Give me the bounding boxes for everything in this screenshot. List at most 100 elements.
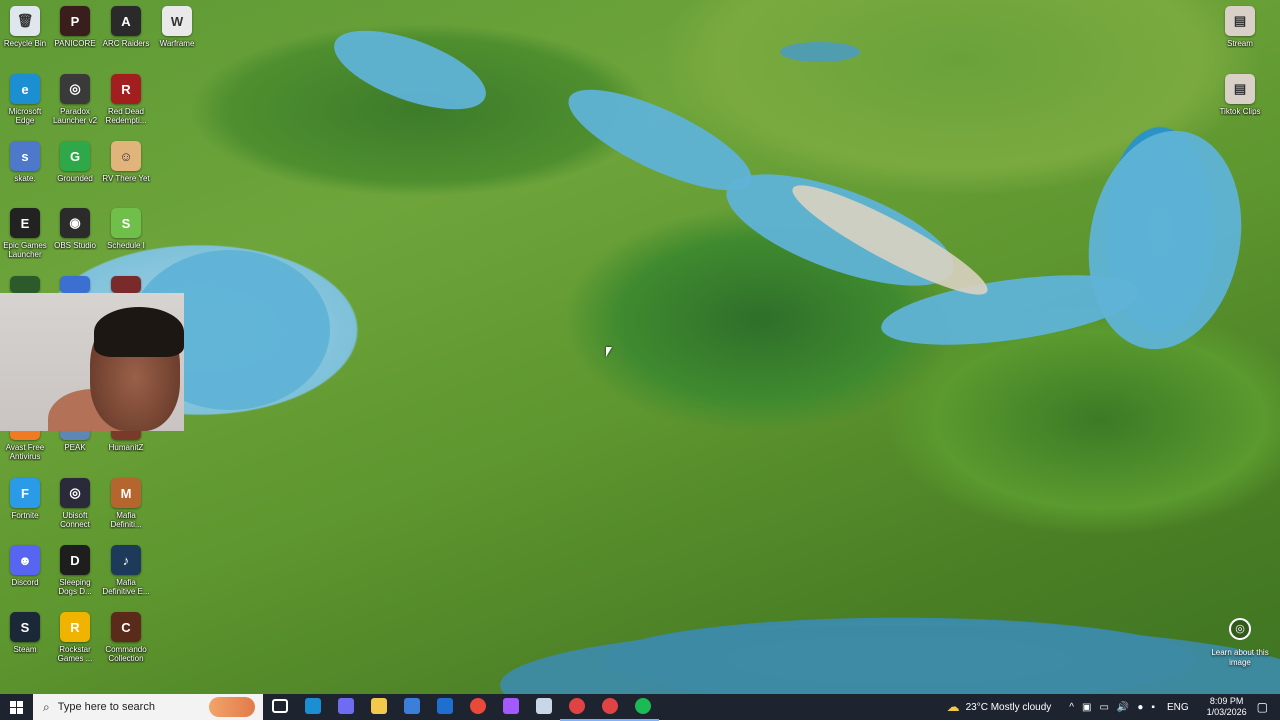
language-indicator[interactable]: ENG [1167, 702, 1189, 713]
microphone-icon[interactable]: ● [1137, 702, 1143, 713]
desktop-shortcut[interactable]: A ARC Raiders [101, 6, 151, 70]
desktop-shortcut[interactable]: ▤ Stream [1215, 6, 1265, 70]
camera-icon: ◎ [1229, 618, 1251, 640]
tray-app-icon[interactable]: ▣ [1082, 702, 1091, 713]
search-highlight-icon [209, 697, 255, 717]
taskbar-task-view-button[interactable] [263, 693, 296, 719]
taskbar-app-8-button[interactable] [527, 693, 560, 719]
clock-time: 8:09 PM [1209, 696, 1244, 706]
taskbar-chrome-red-button[interactable] [593, 693, 626, 721]
desktop-shortcut[interactable]: ☺ RV There Yet [101, 141, 151, 205]
taskbar-outlook-button[interactable] [428, 693, 461, 719]
desktop-shortcut[interactable]: R Rockstar Games ... [50, 612, 100, 676]
edge-icon: e [10, 74, 40, 104]
desktop-shortcut[interactable]: ◉ OBS Studio [50, 208, 100, 272]
taskbar-chrome-button[interactable] [461, 693, 494, 719]
webcam-overlay [0, 293, 184, 431]
discord-icon: ☻ [10, 545, 40, 575]
taskbar-capture-button[interactable] [560, 693, 593, 721]
desktop-shortcut[interactable]: S Schedule I [101, 208, 151, 272]
taskbar-edge-button[interactable] [296, 693, 329, 719]
desktop-shortcut[interactable]: D Sleeping Dogs D... [50, 545, 100, 609]
desktop-shortcut[interactable]: E Epic Games Launcher [0, 208, 50, 272]
desktop-shortcut[interactable]: R Red Dead Redempti... [101, 74, 151, 138]
desktop-shortcut-label: RV There Yet [102, 174, 150, 183]
taskbar-spotify-button[interactable] [626, 693, 659, 721]
desktop-shortcut-label: Steam [13, 645, 37, 654]
desktop-shortcut[interactable]: ☻ Discord [0, 545, 50, 609]
desktop-shortcut[interactable]: e Microsoft Edge [0, 74, 50, 138]
weather-cloud-sun-icon: ☁ [946, 699, 960, 714]
weather-widget[interactable]: ☁ 23°C Mostly cloudy [947, 699, 1052, 715]
wallpaper-lake [500, 625, 1280, 694]
partially-hidden-shortcut-icon[interactable] [10, 276, 40, 293]
obs-icon: ◉ [60, 208, 90, 238]
desktop-shortcut[interactable]: W Warframe [152, 6, 202, 70]
capture-icon [568, 698, 585, 714]
meet-icon[interactable]: ▪ [1151, 702, 1155, 713]
weather-temp: 23°C [965, 701, 988, 713]
search-box[interactable]: ⌕ Type here to search [33, 694, 263, 720]
rockstar-icon: R [60, 612, 90, 642]
desktop-shortcut-label: Warframe [159, 39, 195, 48]
desktop-shortcut[interactable]: ◎ Paradox Launcher v2 [50, 74, 100, 138]
desktop-shortcut[interactable]: 🗑 Recycle Bin [0, 6, 50, 70]
desktop-shortcut-label: OBS Studio [54, 241, 96, 250]
taskbar-file-explorer-button[interactable] [362, 693, 395, 719]
desktop-shortcut-label: HumanitZ [108, 443, 144, 452]
start-button[interactable] [0, 694, 33, 720]
desktop-shortcut[interactable]: s skate. [0, 141, 50, 205]
desktop-shortcut[interactable]: M Mafia Definiti... [101, 478, 151, 542]
desktop-shortcut-label: Rockstar Games ... [57, 645, 93, 663]
desktop-shortcut[interactable]: F Fortnite [0, 478, 50, 542]
taskbar-figma-button[interactable] [494, 693, 527, 719]
store-icon [403, 698, 420, 714]
epic-games-icon: E [10, 208, 40, 238]
warframe-icon: W [162, 6, 192, 36]
volume-icon[interactable]: 🔊 [1117, 702, 1129, 713]
desktop-shortcut[interactable]: ▤ Tiktok Clips [1215, 74, 1265, 138]
taskbar-store-button[interactable] [395, 693, 428, 719]
desktop-shortcut[interactable]: C Commando Collection [101, 612, 151, 676]
mouse-cursor [606, 347, 612, 357]
desktop-shortcut-label: PEAK [64, 443, 86, 452]
network-icon[interactable]: ▭ [1099, 702, 1108, 713]
recycle-bin-icon: 🗑 [10, 6, 40, 36]
chrome-icon [469, 698, 486, 714]
desktop-shortcut-label: Commando Collection [105, 645, 147, 663]
chrome-red-icon [601, 698, 618, 714]
desktop-shortcut-label: Tiktok Clips [1219, 107, 1261, 116]
paradox-icon: ◎ [60, 74, 90, 104]
search-placeholder: Type here to search [57, 701, 155, 713]
notifications-icon[interactable]: ▢ [1257, 700, 1268, 714]
panicore-icon: P [60, 6, 90, 36]
desktop-shortcut-label: ARC Raiders [102, 39, 150, 48]
learn-about-image-button[interactable]: ◎ Learn about this image [1200, 618, 1280, 668]
desktop-shortcut-label: Schedule I [107, 241, 145, 250]
search-icon: ⌕ [43, 699, 50, 714]
figma-icon [502, 698, 519, 714]
desktop-shortcut-label: Fortnite [11, 511, 39, 520]
desktop-background: 🗑 Recycle Bin P PANICORE A ARC Raiders W Warfra… [0, 0, 1280, 694]
desktop-shortcut-label: Mafia Definiti... [110, 511, 142, 529]
taskbar-copilot-button[interactable] [329, 693, 362, 719]
desktop-shortcut[interactable]: ♪ Mafia Definitive E... [101, 545, 151, 609]
desktop-shortcut[interactable]: S Steam [0, 612, 50, 676]
clock[interactable]: 8:09 PM 1/03/2026 [1207, 696, 1247, 718]
mafia-music-icon: ♪ [111, 545, 141, 575]
desktop-shortcut[interactable]: G Grounded [50, 141, 100, 205]
desktop-shortcut[interactable]: P PANICORE [50, 6, 100, 70]
partially-hidden-shortcut-icon[interactable] [60, 276, 90, 293]
desktop-shortcut-label: Mafia Definitive E... [102, 578, 150, 596]
desktop-shortcut-label: Paradox Launcher v2 [52, 107, 98, 125]
desktop-shortcut[interactable]: ◎ Ubisoft Connect [50, 478, 100, 542]
spotify-icon [634, 698, 651, 714]
desktop-shortcut-label: Sleeping Dogs D... [58, 578, 92, 596]
steam-icon: S [10, 612, 40, 642]
taskbar: ⌕ Type here to search ☁ 23°C Mostly clou… [0, 693, 1280, 721]
partially-hidden-shortcut-icon[interactable] [111, 276, 141, 293]
desktop-shortcut-label: PANICORE [54, 39, 96, 48]
show-hidden-icons-chevron-icon[interactable]: ^ [1069, 702, 1074, 713]
learn-about-image-label: Learn about this image [1211, 648, 1269, 667]
skate-icon: s [10, 141, 40, 171]
